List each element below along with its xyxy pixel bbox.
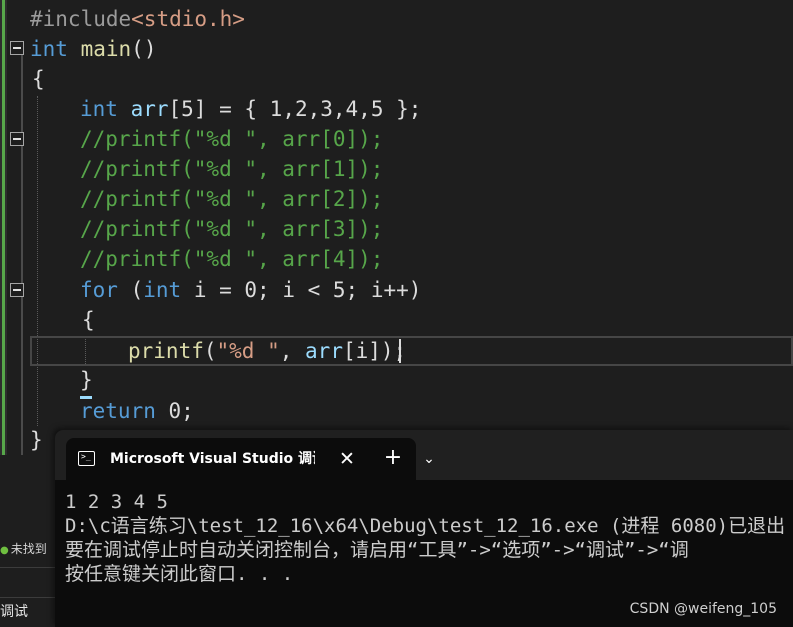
new-tab-button[interactable]: + (380, 445, 406, 471)
code-line-comment: //printf("%d ", arr[0]); (80, 127, 384, 151)
code-line-array-decl: int arr[5] = { 1,2,3,4,5 }; (80, 97, 422, 121)
code-line-comment: //printf("%d ", arr[2]); (80, 187, 384, 211)
code-line-for: for (int i = 0; i < 5; i++) (80, 278, 422, 302)
console-tab[interactable]: >_ Microsoft Visual Studio 调试控制台 ✕ (66, 438, 416, 480)
code-line-main: int main() (30, 37, 157, 61)
code-editor[interactable]: #include<stdio.h> int main() { int arr[5… (0, 0, 793, 460)
code-line-include: #include<stdio.h> (30, 7, 245, 31)
text-caret (399, 339, 401, 363)
debug-console-window[interactable]: >_ Microsoft Visual Studio 调试控制台 ✕ + ⌄ 1… (55, 430, 793, 627)
code-line-close-brace: } (30, 428, 43, 452)
code-line-printf: printf("%d ", arr[i]); (128, 339, 407, 363)
code-line-return: return 0; (80, 399, 194, 423)
console-output-line: 要在调试停止时自动关闭控制台，请启用“工具”->“选项”->“调试”->“调 (65, 539, 689, 561)
tab-debug[interactable]: 调试 (0, 600, 28, 627)
status-not-found-label: 未找到 (10, 542, 47, 556)
close-icon[interactable]: ✕ (334, 446, 360, 472)
code-line-open-brace: { (32, 67, 45, 91)
code-line-for-open-brace: { (82, 308, 95, 332)
console-output-line: 1 2 3 4 5 (65, 491, 168, 513)
code-line-comment: //printf("%d ", arr[4]); (80, 247, 384, 271)
outlining-line (21, 44, 23, 456)
console-titlebar[interactable]: >_ Microsoft Visual Studio 调试控制台 ✕ + ⌄ (55, 430, 793, 480)
chevron-down-icon[interactable]: ⌄ (417, 446, 441, 472)
tab-debug-label: 调试 (0, 604, 28, 620)
code-line-comment: //printf("%d ", arr[1]); (80, 157, 384, 181)
indent-guide (37, 96, 38, 426)
watermark: CSDN @weifeng_105 (629, 601, 777, 617)
collapse-for-icon[interactable] (10, 283, 24, 297)
code-line-comment: //printf("%d ", arr[3]); (80, 217, 384, 241)
divider (0, 567, 55, 568)
divider (0, 597, 55, 598)
status-not-found: ● 未找到 (0, 538, 47, 560)
console-tab-title: Microsoft Visual Studio 调试控制台 (110, 451, 315, 467)
collapse-main-icon[interactable] (10, 41, 24, 55)
terminal-icon: >_ (78, 451, 95, 466)
change-tracking-bar (2, 0, 5, 455)
console-output-line: 按任意键关闭此窗口. . . (65, 563, 294, 585)
console-output-line: D:\c语言练习\test_12_16\x64\Debug\test_12_16… (65, 515, 786, 537)
code-line-for-close-brace: } (80, 368, 93, 392)
status-ok-icon: ● (0, 545, 9, 556)
collapse-comments-icon[interactable] (10, 132, 24, 146)
console-output[interactable]: 1 2 3 4 5 D:\c语言练习\test_12_16\x64\Debug\… (65, 490, 793, 586)
